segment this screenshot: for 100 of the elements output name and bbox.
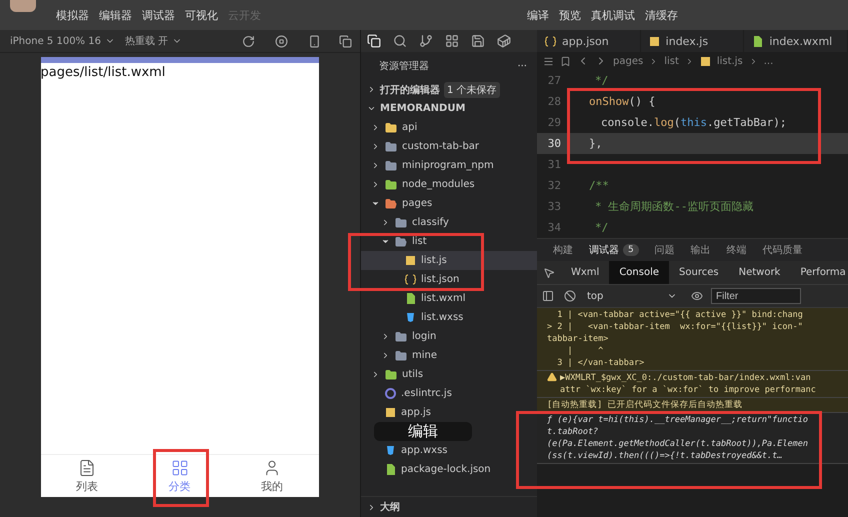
panel-tab[interactable]: 终端 <box>726 243 747 257</box>
eye-icon[interactable] <box>691 290 703 302</box>
folder-item[interactable]: api <box>361 118 537 137</box>
code-line: onShow() { <box>589 95 656 108</box>
file-icon <box>405 274 416 285</box>
avatar[interactable] <box>10 0 36 12</box>
menu-item[interactable]: 真机调试 <box>591 8 635 22</box>
branch-icon[interactable] <box>419 34 433 48</box>
save-icon[interactable] <box>471 34 485 48</box>
folder-item[interactable]: mine <box>361 346 537 365</box>
menu-item[interactable]: 调试器 <box>142 8 175 22</box>
folder-item[interactable]: classify <box>361 213 537 232</box>
file-item[interactable]: .eslintrc.js <box>361 384 537 403</box>
menu-item[interactable]: 可视化 <box>185 8 218 22</box>
editor-tab[interactable]: app.json <box>537 30 641 52</box>
file-item[interactable]: list.js <box>361 251 537 270</box>
menu-item[interactable]: 清缓存 <box>645 8 678 22</box>
editor-tab[interactable]: index.wxml <box>744 30 848 52</box>
highlight-frame <box>153 449 209 507</box>
panel-tab[interactable]: 调试器 5 <box>589 243 639 257</box>
file-icon <box>405 255 416 266</box>
file-item[interactable]: app.js <box>361 403 537 422</box>
expand-arrow-icon[interactable] <box>371 199 380 208</box>
breadcrumb-item[interactable]: pages <box>613 56 644 66</box>
devtools-tab[interactable]: Wxml <box>561 261 610 284</box>
file-item[interactable]: package-lock.json <box>361 460 537 479</box>
project-title[interactable]: MEMORANDUM <box>380 103 466 114</box>
line-number: 31 <box>546 158 561 171</box>
context-select[interactable]: top <box>581 290 683 302</box>
breadcrumb-item[interactable]: ... <box>764 56 774 66</box>
code-line: */ <box>595 74 608 87</box>
line-number: 29 <box>546 116 561 129</box>
line-number: 33 <box>546 200 561 213</box>
tab-bar-item[interactable]: 列表 <box>40 455 134 497</box>
file-icon <box>545 36 556 46</box>
section-title[interactable]: 大纲 <box>380 500 400 514</box>
files-icon[interactable] <box>367 34 381 48</box>
menu-icon[interactable] <box>543 56 554 66</box>
container-icon[interactable] <box>497 34 511 48</box>
code-line: /** <box>589 179 609 192</box>
menu-item[interactable]: 编辑器 <box>99 8 132 22</box>
menu-item[interactable]: 编译 <box>527 8 549 22</box>
devtools-tab[interactable]: Network <box>728 261 790 284</box>
tab-bar-item[interactable]: 我的 <box>226 455 319 497</box>
file-icon <box>385 445 396 456</box>
sidebar-icon[interactable] <box>542 290 554 302</box>
inspect-icon[interactable] <box>543 266 555 278</box>
panel-tab[interactable]: 问题 <box>654 243 675 257</box>
panel-tab[interactable]: 构建 <box>553 243 573 257</box>
folder-item[interactable]: list <box>361 232 537 251</box>
code-line: console.log(this.getTabBar); <box>601 116 786 129</box>
line-number: 32 <box>546 179 561 192</box>
hot-reload-toggle[interactable]: 热重载 开 <box>114 34 178 48</box>
grid-icon <box>170 458 188 476</box>
edit-toast: 编辑 <box>374 422 472 441</box>
folder-item[interactable]: miniprogram_npm <box>361 156 537 175</box>
file-item[interactable]: list.json <box>361 270 537 289</box>
file-icon <box>385 464 396 475</box>
page-text: pages/list/list.wxml <box>40 65 166 80</box>
folder-item[interactable]: utils <box>361 365 537 384</box>
breadcrumb-item[interactable]: list.js <box>716 56 743 66</box>
file-item[interactable]: app.wxss <box>361 441 537 460</box>
file-icon <box>752 36 764 46</box>
refresh-icon[interactable] <box>242 34 255 48</box>
expand-arrow-icon[interactable] <box>381 237 390 246</box>
windows-icon[interactable] <box>339 34 352 48</box>
stop-icon[interactable] <box>275 34 288 48</box>
folder-item[interactable]: login <box>361 327 537 346</box>
devtools-tab[interactable]: Console <box>609 261 670 284</box>
device-selector[interactable]: iPhone 5 100% 16 <box>0 36 111 46</box>
breadcrumb-item[interactable]: list <box>664 56 679 66</box>
console-entry: ▶WXMLRT_$gwx_XC_0:./custom-tab-bar/index.wxml:van attr `wx:key` for a `wx:for` to improve performanc <box>537 371 848 398</box>
panel-tab[interactable]: 代码质量 <box>762 243 803 257</box>
console-entry: ƒ (e){var t=hi(this).__treeManager__;return"functio t.tabRoot? (e(Pa.Element.getMethodCaller(t.tabRoot)),Pa.Elemen (ss(t.viewId).then((()=>{!t.tabDestroyed&&t.t… <box>537 413 848 464</box>
folder-item[interactable]: pages <box>361 194 537 213</box>
folder-item[interactable]: custom-tab-bar <box>361 137 537 156</box>
file-item[interactable]: list.wxml <box>361 289 537 308</box>
panel-tab[interactable]: 输出 <box>690 243 711 257</box>
code-line: }, <box>589 137 602 150</box>
menu-item[interactable]: 预览 <box>559 8 581 22</box>
tab-bar-item[interactable]: 分类 <box>133 455 226 497</box>
section-title[interactable]: 打开的编辑器 <box>380 82 440 96</box>
devtools-tab[interactable]: Sources <box>669 261 729 284</box>
grid-icon[interactable] <box>445 34 459 48</box>
file-icon <box>405 293 416 304</box>
file-item[interactable]: list.wxss <box>361 308 537 327</box>
file-icon <box>648 36 660 46</box>
devtools-tab[interactable]: Performa <box>790 261 848 284</box>
bookmark-icon[interactable] <box>560 56 571 66</box>
console-entry: 1 | <van-tabbar active="{{ active }}" bind:chang > 2 | <van-tabbar-item wx:for="{{list}}" icon-" tabbar-item> | ^ 3 | </van-tabbar> <box>537 308 848 371</box>
unsaved-badge: 1 个未保存 <box>444 82 500 98</box>
search-icon[interactable] <box>393 34 407 48</box>
menu-item[interactable]: 模拟器 <box>56 8 89 22</box>
folder-item[interactable]: node_modules <box>361 175 537 194</box>
editor-tab[interactable]: index.js <box>640 30 744 52</box>
filter-field[interactable]: Filter <box>711 288 801 304</box>
phone-icon[interactable] <box>308 34 321 48</box>
line-number: 27 <box>546 74 561 87</box>
more-button[interactable]: ··· <box>517 60 527 72</box>
clear-icon[interactable] <box>564 290 576 302</box>
